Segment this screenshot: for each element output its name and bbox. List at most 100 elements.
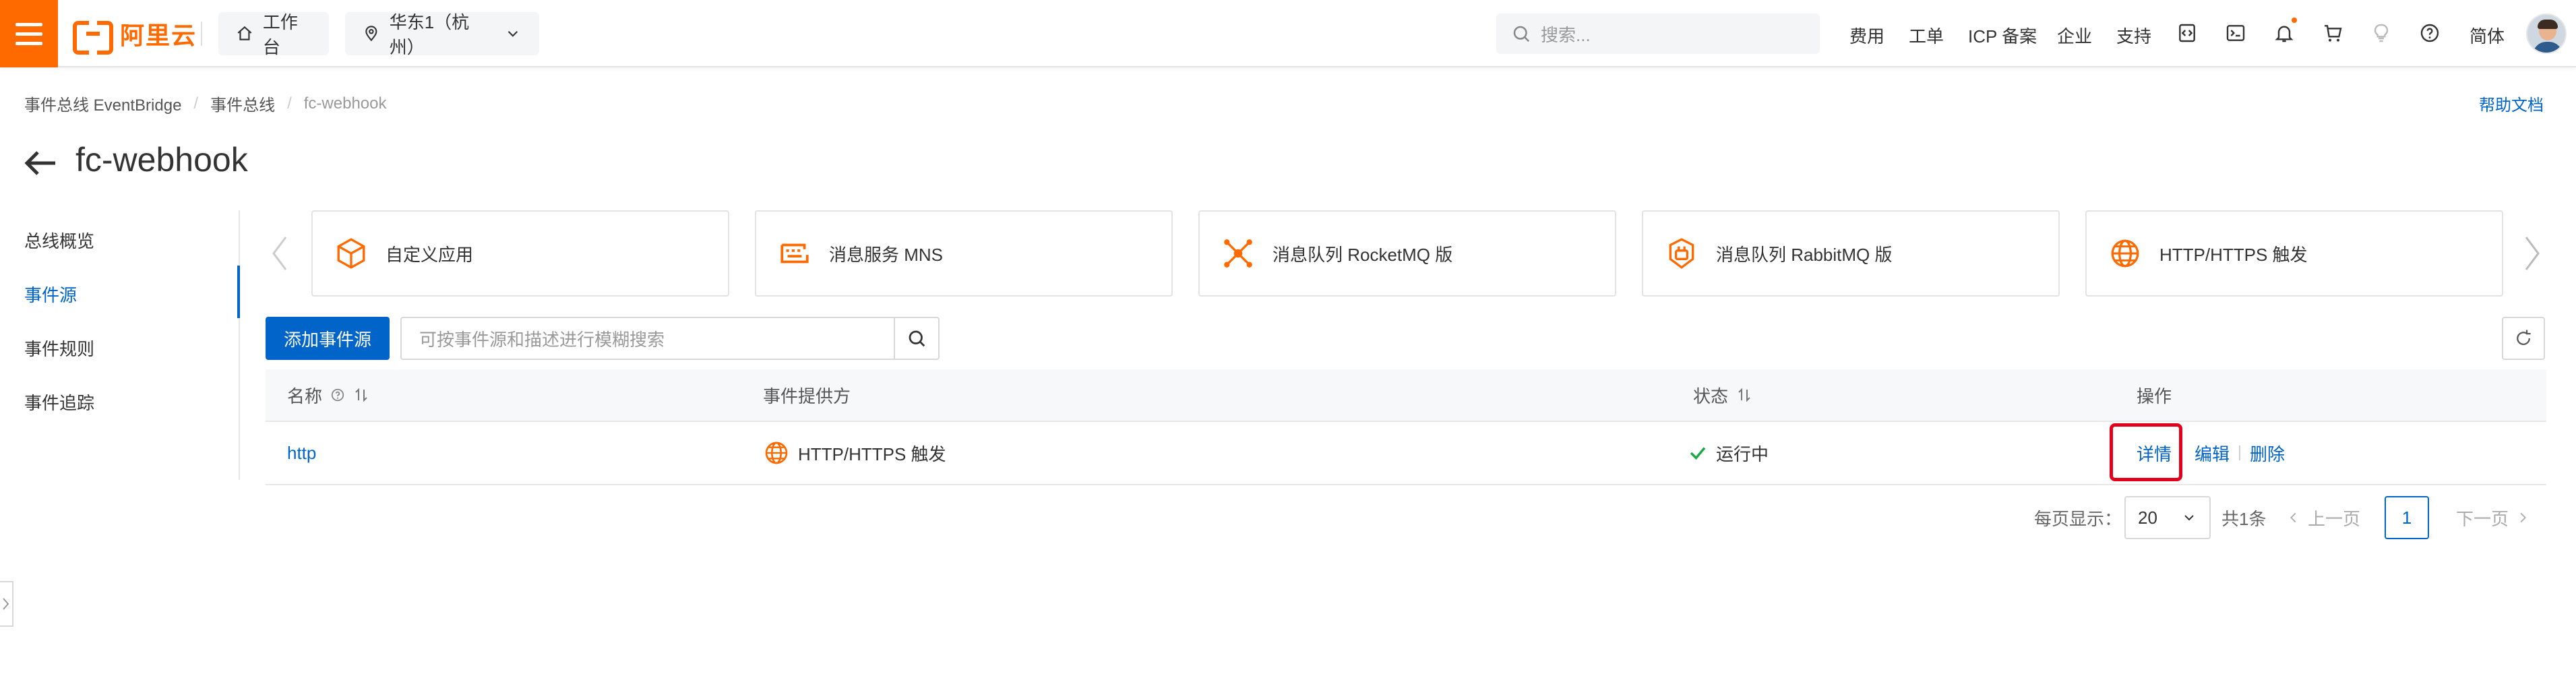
region-selector[interactable]: 华东1（杭州） — [345, 12, 539, 57]
search-placeholder: 搜索... — [1541, 24, 1591, 45]
sidebar-item-event-tracing[interactable]: 事件追踪 — [24, 390, 94, 415]
event-source-name-link[interactable]: http — [287, 443, 316, 464]
globe-icon — [2111, 239, 2139, 268]
provider-card-custom-app[interactable]: 自定义应用 — [311, 210, 729, 297]
nav-link-icp[interactable]: ICP 备案 — [1968, 23, 2037, 48]
workbench-button[interactable]: 工作台 — [218, 12, 329, 57]
search-icon — [1513, 26, 1530, 42]
provider-card-mns[interactable]: 消息服务 MNS — [755, 210, 1173, 297]
chevron-right-icon — [3, 598, 9, 610]
aliyun-logo[interactable]: 阿里云 — [73, 18, 197, 55]
rabbitmq-icon — [1669, 238, 1694, 269]
bulb-icon[interactable] — [2370, 22, 2393, 44]
edit-link[interactable]: 编辑 — [2195, 441, 2230, 466]
breadcrumb-item-eventbridge[interactable]: 事件总线 EventBridge — [24, 92, 181, 115]
carousel-prev-button[interactable] — [270, 233, 290, 274]
provider-label: 消息队列 RabbitMQ 版 — [1716, 244, 1893, 265]
back-arrow-icon[interactable] — [23, 150, 58, 177]
side-navigation: 总线概览 事件源 事件规则 事件追踪 — [0, 210, 240, 480]
column-header-label: 操作 — [2137, 386, 2172, 406]
provider-card-http[interactable]: HTTP/HTTPS 触发 — [2085, 210, 2503, 297]
refresh-button[interactable] — [2502, 317, 2545, 360]
breadcrumb-item-event-bus[interactable]: 事件总线 — [210, 92, 275, 115]
column-header-label: 状态 — [1693, 386, 1729, 406]
location-pin-icon — [365, 26, 377, 42]
total-count-text: 共1条 — [2221, 508, 2267, 529]
total-count: 共1条 — [2221, 496, 2266, 539]
table-header: 名称 事件提供方 状态 操作 — [266, 369, 2546, 422]
nav-link-support[interactable]: 支持 — [2116, 23, 2151, 48]
sidenav-active-indicator — [237, 266, 240, 318]
chevron-right-icon — [2520, 512, 2526, 523]
workbench-label: 工作台 — [262, 12, 298, 57]
cart-icon[interactable] — [2321, 22, 2344, 44]
sidebar-expand-tab[interactable] — [0, 581, 13, 627]
global-search-input[interactable]: 搜索... — [1496, 13, 1820, 54]
breadcrumb: 事件总线 EventBridge / 事件总线 / fc-webhook — [24, 92, 387, 115]
code-icon[interactable] — [2176, 22, 2199, 44]
provider-card-rocketmq[interactable]: 消息队列 RocketMQ 版 — [1198, 210, 1616, 297]
sort-icon[interactable] — [1736, 387, 1752, 403]
cell-status: 运行中 — [1688, 422, 1769, 484]
column-header-label: 事件提供方 — [763, 386, 851, 406]
next-page-label: 下一页 — [2456, 508, 2509, 529]
prev-page-button[interactable]: 上一页 — [2286, 496, 2360, 539]
status-text: 运行中 — [1716, 443, 1769, 464]
page-size-select[interactable]: 20 — [2124, 496, 2211, 539]
column-header-provider: 事件提供方 — [763, 369, 851, 421]
sidebar-item-overview[interactable]: 总线概览 — [24, 228, 94, 253]
provider-label: 自定义应用 — [386, 244, 474, 265]
provider-label: 消息队列 RocketMQ 版 — [1272, 244, 1453, 265]
prev-page-label: 上一页 — [2308, 508, 2361, 529]
chevron-down-icon — [2184, 515, 2194, 521]
nav-link-tickets[interactable]: 工单 — [1909, 23, 1944, 48]
add-event-source-button[interactable]: 添加事件源 — [266, 317, 390, 360]
rocketmq-icon — [1224, 239, 1252, 268]
cell-provider: HTTP/HTTPS 触发 — [763, 422, 946, 484]
nav-link-billing[interactable]: 费用 — [1849, 23, 1884, 48]
breadcrumb-item-current: fc-webhook — [303, 94, 387, 113]
aliyun-logo-mark — [73, 21, 113, 55]
nav-link-enterprise[interactable]: 企业 — [2057, 23, 2092, 48]
page-number-current[interactable]: 1 — [2385, 496, 2429, 539]
sort-icon[interactable] — [353, 387, 369, 403]
question-icon[interactable] — [330, 388, 345, 402]
help-icon[interactable] — [2418, 22, 2441, 44]
notification-dot — [2292, 18, 2297, 23]
provider-card-rabbitmq[interactable]: 消息队列 RabbitMQ 版 — [1642, 210, 2060, 297]
cube-icon — [337, 238, 365, 269]
column-header-actions: 操作 — [2137, 369, 2172, 421]
cell-name: http — [287, 422, 316, 484]
sidebar-item-event-rules[interactable]: 事件规则 — [24, 336, 94, 361]
page-size-label-text: 每页显示： — [2034, 508, 2122, 529]
breadcrumb-separator: / — [193, 94, 199, 113]
hamburger-menu-button[interactable] — [0, 0, 58, 67]
language-switch[interactable]: 简体 — [2470, 23, 2505, 48]
event-source-search-input[interactable]: 可按事件源和描述进行模糊搜索 — [402, 318, 895, 359]
carousel-next-button[interactable] — [2522, 233, 2542, 274]
chevron-left-icon — [272, 237, 287, 270]
column-header-label: 名称 — [287, 386, 323, 406]
column-header-name[interactable]: 名称 — [287, 369, 369, 421]
sidebar-item-event-sources[interactable]: 事件源 — [24, 282, 77, 307]
highlight-box — [2110, 423, 2182, 481]
help-doc-link[interactable]: 帮助文档 — [2479, 92, 2544, 115]
check-icon — [1690, 447, 1706, 460]
event-source-search: 可按事件源和描述进行模糊搜索 — [400, 317, 940, 360]
globe-icon — [765, 441, 788, 464]
provider-label: HTTP/HTTPS 触发 — [2159, 244, 2308, 265]
next-page-button[interactable]: 下一页 — [2456, 496, 2530, 539]
column-header-status[interactable]: 状态 — [1693, 369, 1752, 421]
breadcrumb-separator: / — [287, 94, 292, 113]
terminal-icon[interactable] — [2224, 22, 2247, 44]
delete-link[interactable]: 删除 — [2250, 441, 2285, 466]
search-button[interactable] — [895, 318, 938, 359]
page-title: fc-webhook — [75, 141, 248, 179]
home-icon — [237, 26, 252, 40]
page-size-value: 20 — [2138, 507, 2157, 528]
avatar[interactable] — [2526, 13, 2567, 54]
provider-text: HTTP/HTTPS 触发 — [798, 443, 946, 464]
chevron-right-icon — [2525, 237, 2540, 270]
action-separator — [2239, 446, 2241, 460]
bell-icon[interactable] — [2273, 22, 2296, 44]
